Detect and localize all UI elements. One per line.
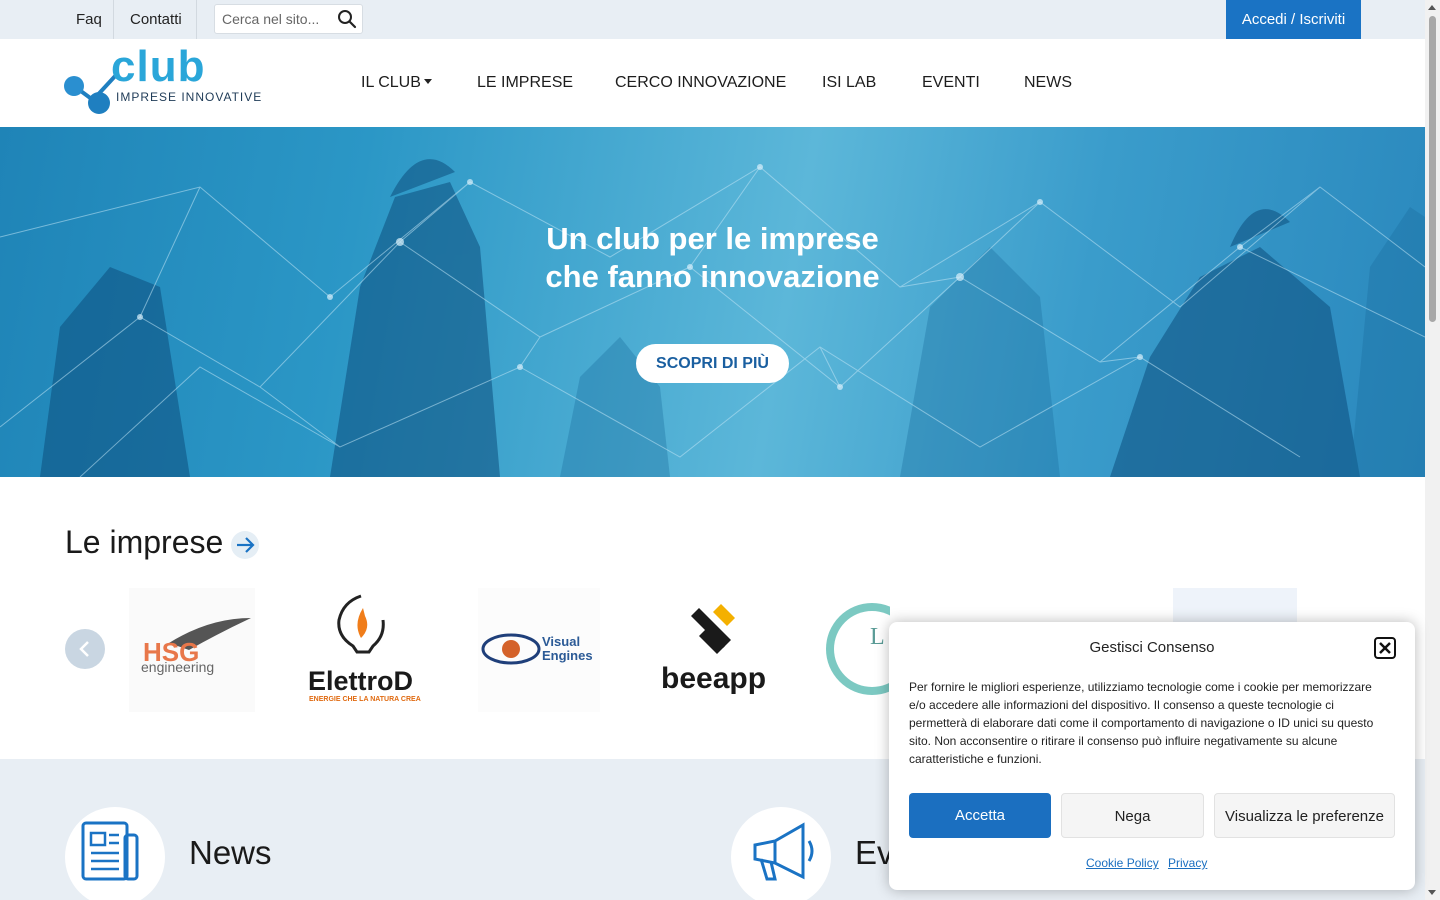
nav-il-club[interactable]: IL CLUB [361, 39, 432, 127]
carousel-prev-button[interactable] [65, 629, 105, 669]
login-button[interactable]: Accedi / Iscriviti [1226, 0, 1361, 39]
chevron-left-icon [79, 641, 89, 657]
logo-word: club [111, 42, 206, 91]
engines-brand-text: Engines [542, 648, 593, 663]
page-scrollbar[interactable] [1425, 0, 1440, 900]
company-logo-elettrod[interactable]: ElettroD ENERGIE CHE LA NATURA CREA [303, 588, 425, 712]
divider [113, 0, 114, 39]
nav-cerco-innovazione[interactable]: CERCO INNOVAZIONE [615, 39, 786, 127]
deny-button[interactable]: Nega [1061, 793, 1204, 838]
elettrod-brand-text: ElettroD [308, 666, 413, 696]
contatti-link[interactable]: Contatti [130, 0, 182, 39]
divider [196, 0, 197, 39]
cookie-policy-link[interactable]: Cookie Policy [1086, 856, 1159, 870]
nav-eventi[interactable]: EVENTI [922, 39, 980, 127]
company-logo-partial[interactable]: L [822, 588, 890, 712]
scopri-button[interactable]: SCOPRI DI PIÙ [636, 344, 789, 383]
visual-engines-logo-image: Visual Engines [481, 633, 593, 665]
elettrod-sub-text: ENERGIE CHE LA NATURA CREA [309, 696, 421, 703]
megaphone-icon[interactable] [731, 807, 831, 900]
search-input[interactable] [222, 10, 332, 28]
nav-isi-lab[interactable]: ISI LAB [822, 39, 876, 127]
nav-label: IL CLUB [361, 74, 421, 91]
company-logo-visual-engines[interactable]: Visual Engines [478, 588, 600, 712]
scroll-up-arrow-icon[interactable] [1428, 5, 1436, 10]
hero-background-image [0, 159, 1425, 477]
hsg-sub-text: engineering [141, 659, 214, 675]
logo-subtitle: IMPRESE INNOVATIVE [116, 90, 263, 104]
cookie-description: Per fornire le migliori esperienze, util… [909, 680, 1374, 766]
eventi-title[interactable]: Ev [855, 834, 894, 872]
company-logo-hsg[interactable]: HSG engineering [129, 588, 255, 712]
nav-le-imprese[interactable]: LE IMPRESE [477, 39, 573, 127]
scroll-down-arrow-icon[interactable] [1428, 890, 1436, 895]
club-logo[interactable]: club IMPRESE INNOVATIVE [63, 42, 269, 116]
arrow-right-icon[interactable] [231, 531, 259, 559]
top-bar: Faq Contatti Accedi / Iscriviti [0, 0, 1425, 39]
hero-title: Un club per le imprese che fanno innovaz… [0, 220, 1425, 296]
beeapp-logo-image: beeapp [661, 604, 766, 695]
cookie-title: Gestisci Consenso [1089, 639, 1215, 656]
partial-logo-letter: L [870, 624, 885, 650]
hero-title-line: Un club per le imprese [546, 221, 879, 256]
scrollbar-thumb[interactable] [1429, 16, 1436, 322]
caret-down-icon [423, 79, 432, 84]
preferences-button[interactable]: Visualizza le preferenze [1214, 793, 1395, 838]
imprese-title[interactable]: Le imprese [65, 524, 223, 561]
close-icon[interactable] [1374, 637, 1396, 659]
company-logo-next[interactable] [1173, 588, 1297, 624]
search-icon[interactable] [337, 9, 357, 29]
hsg-logo-image: HSG engineering [141, 618, 251, 675]
news-icon[interactable] [65, 807, 165, 900]
hero-banner [0, 127, 1425, 477]
search-box [214, 4, 363, 34]
hero-title-line: che fanno innovazione [545, 259, 880, 294]
faq-link[interactable]: Faq [76, 0, 102, 39]
cookie-consent-dialog: Gestisci Consenso Per fornire le miglior… [889, 622, 1415, 890]
news-title[interactable]: News [189, 834, 272, 872]
privacy-link[interactable]: Privacy [1168, 856, 1207, 870]
partial-logo-image: L [826, 603, 890, 695]
elettrod-logo-image: ElettroD ENERGIE CHE LA NATURA CREA [308, 594, 421, 703]
accept-button[interactable]: Accetta [909, 793, 1051, 838]
nav-news[interactable]: NEWS [1024, 39, 1072, 127]
company-logo-beeapp[interactable]: beeapp [653, 588, 775, 712]
visual-brand-text: Visual [542, 634, 580, 649]
